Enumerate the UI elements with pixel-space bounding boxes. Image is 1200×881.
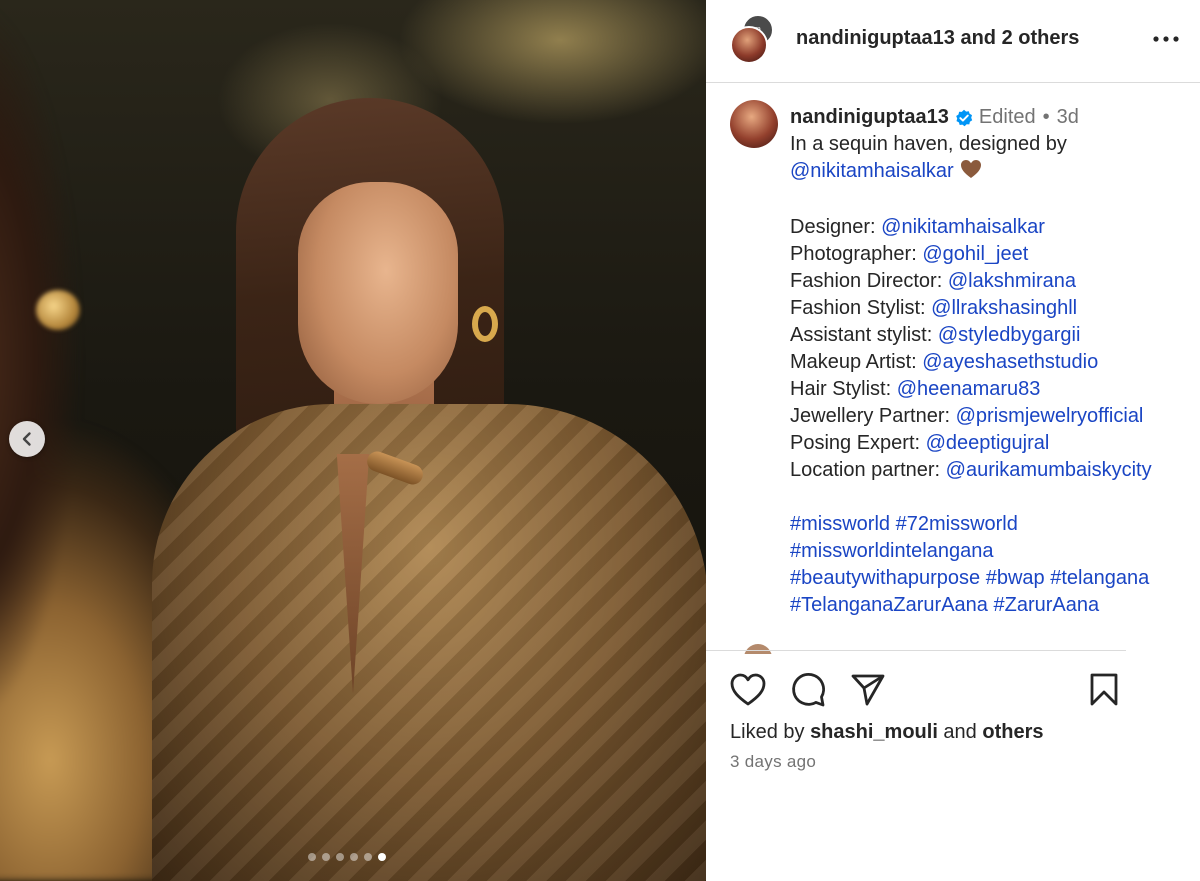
hashtag-link[interactable]: #missworldintelangana (790, 540, 993, 562)
more-horizontal-icon (1153, 36, 1179, 42)
post-media[interactable] (0, 0, 706, 881)
hashtag-link[interactable]: #beautywithapurpose (790, 567, 980, 589)
hashtag-line: #missworld #72missworld (790, 511, 1190, 538)
credit-line: Photographer: @gohil_jeet (790, 241, 1190, 268)
credit-mention-link[interactable]: @llrakshasinghll (931, 297, 1077, 319)
credit-label: Designer: (790, 216, 882, 238)
photo-earring (472, 306, 498, 342)
brown-heart-emoji-icon (960, 159, 982, 187)
carousel-dot (364, 853, 372, 861)
hashtag-link[interactable]: #ZarurAana (993, 594, 1099, 616)
credit-label: Assistant stylist: (790, 324, 938, 346)
likes-summary: Liked by shashi_mouli and others (730, 721, 1043, 744)
credit-line: Makeup Artist: @ayeshasethstudio (790, 349, 1190, 376)
comment-button[interactable] (786, 668, 830, 712)
credit-label: Jewellery Partner: (790, 405, 956, 427)
carousel-dot (308, 853, 316, 861)
carousel-dot (350, 853, 358, 861)
hashtag-link[interactable]: #bwap (986, 567, 1045, 589)
share-button[interactable] (846, 668, 890, 712)
paper-plane-icon (851, 674, 885, 706)
photo-face (298, 182, 458, 404)
credit-line: Assistant stylist: @styledbygargii (790, 322, 1190, 349)
hashtag-line: #TelanganaZarurAana #ZarurAana (790, 592, 1190, 619)
credit-mention-link[interactable]: @gohil_jeet (922, 243, 1028, 265)
credit-line: Hair Stylist: @heenamaru83 (790, 376, 1190, 403)
credit-mention-link[interactable]: @deeptigujral (926, 432, 1050, 454)
post-time[interactable]: 3d (1057, 104, 1079, 131)
caption-area[interactable]: nandiniguptaa13 Edited • 3d In a sequin … (706, 84, 1200, 650)
credit-line: Posing Expert: @deeptigujral (790, 430, 1190, 457)
caption-body: nandiniguptaa13 Edited • 3d In a sequin … (790, 104, 1190, 619)
credit-label: Makeup Artist: (790, 351, 923, 373)
meta-separator: • (1042, 106, 1050, 128)
credit-label: Posing Expert: (790, 432, 926, 454)
credit-line: Designer: @nikitamhaisalkar (790, 214, 1190, 241)
carousel-prev-button[interactable] (9, 421, 45, 457)
credit-mention-link[interactable]: @aurikamumbaiskycity (946, 459, 1152, 481)
comment-avatar-peek (744, 644, 772, 654)
bookmark-icon (1090, 673, 1118, 706)
save-button[interactable] (1082, 668, 1126, 712)
verified-badge-icon (955, 109, 973, 127)
post-age[interactable]: 3 days ago (730, 752, 816, 772)
credits-list: Designer: @nikitamhaisalkar Photographer:… (790, 214, 1190, 484)
hashtag-link[interactable]: #telangana (1050, 567, 1149, 589)
credit-mention-link[interactable]: @nikitamhaisalkar (881, 216, 1045, 238)
caption-author-avatar[interactable] (730, 100, 778, 148)
credit-label: Photographer: (790, 243, 923, 265)
collab-avatars[interactable]: n (730, 14, 780, 66)
credit-line: Fashion Stylist: @llrakshasinghll (790, 295, 1190, 322)
liker-username[interactable]: shashi_mouli (810, 721, 938, 743)
photo-foreground-earring (36, 290, 80, 330)
carousel-indicator (308, 853, 386, 861)
likes-others-link[interactable]: others (982, 721, 1043, 743)
header-username[interactable]: nandiniguptaa13 (796, 27, 955, 49)
credit-line: Location partner: @aurikamumbaiskycity (790, 457, 1190, 484)
caption-header: nandiniguptaa13 Edited • 3d (790, 104, 1190, 131)
action-bar (706, 668, 1200, 714)
intro-mention-link[interactable]: @nikitamhaisalkar (790, 160, 954, 182)
author-avatar[interactable] (730, 26, 768, 64)
post-side-panel: n nandiniguptaa13 and 2 others nandinigu… (706, 0, 1200, 881)
photo-sequin-dress (152, 404, 706, 881)
comment-bubble-icon (792, 672, 825, 707)
chevron-left-icon (22, 432, 31, 446)
likes-prefix: Liked by (730, 721, 811, 743)
caption-username[interactable]: nandiniguptaa13 (790, 104, 949, 131)
credit-mention-link[interactable]: @prismjewelryofficial (956, 405, 1144, 427)
credit-mention-link[interactable]: @lakshmirana (948, 270, 1076, 292)
hashtag-list: #missworld #72missworld #missworldintelan… (790, 511, 1190, 619)
credit-line: Fashion Director: @lakshmirana (790, 268, 1190, 295)
hashtag-link[interactable]: #TelanganaZarurAana (790, 594, 988, 616)
edited-label: Edited (978, 106, 1036, 128)
hashtag-line: #beautywithapurpose #bwap #telangana (790, 565, 1190, 592)
header-collaborators[interactable]: and 2 others (955, 27, 1079, 49)
hashtag-line: #missworldintelangana (790, 538, 1190, 565)
carousel-dot (378, 853, 386, 861)
credit-label: Fashion Stylist: (790, 297, 932, 319)
more-options-button[interactable] (1146, 24, 1186, 54)
like-button[interactable] (726, 668, 770, 712)
hashtag-link[interactable]: #72missworld (896, 513, 1018, 535)
credit-label: Fashion Director: (790, 270, 948, 292)
header-authors: nandiniguptaa13 and 2 others (796, 27, 1079, 50)
caption-intro: In a sequin haven, designed by (790, 133, 1067, 155)
credit-label: Hair Stylist: (790, 378, 897, 400)
carousel-dot (336, 853, 344, 861)
carousel-dot (322, 853, 330, 861)
credit-mention-link[interactable]: @heenamaru83 (897, 378, 1041, 400)
divider (706, 650, 1126, 651)
credit-label: Location partner: (790, 459, 946, 481)
likes-middle: and (937, 721, 983, 743)
credit-mention-link[interactable]: @ayeshasethstudio (922, 351, 1098, 373)
credit-line: Jewellery Partner: @prismjewelryofficial (790, 403, 1190, 430)
hashtag-link[interactable]: #missworld (790, 513, 890, 535)
heart-outline-icon (730, 673, 766, 706)
post-header: n nandiniguptaa13 and 2 others (706, 0, 1200, 83)
caption-intro-line-2: @nikitamhaisalkar (790, 158, 1190, 187)
credit-mention-link[interactable]: @styledbygargii (938, 324, 1081, 346)
